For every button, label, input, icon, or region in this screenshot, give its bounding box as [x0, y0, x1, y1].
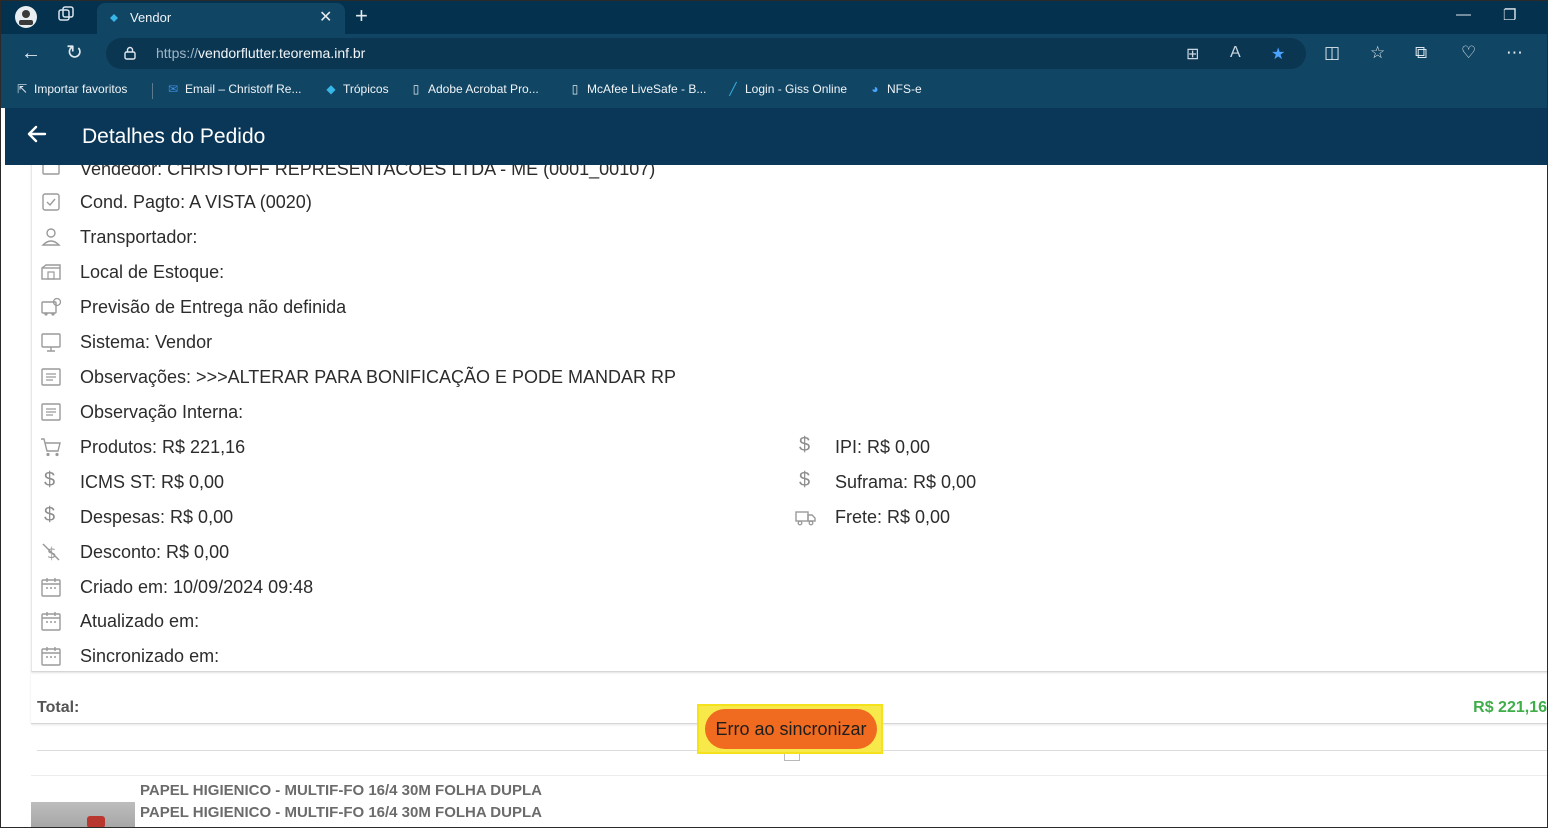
delivery-schedule-icon	[41, 297, 62, 316]
site-icon: ◆	[326, 82, 336, 96]
dollar-icon: $	[44, 504, 56, 526]
detail-icms-st: $ ICMS ST: R$ 0,00	[44, 469, 225, 492]
detail-obs-interna: Observação Interna:	[40, 399, 840, 425]
restore-icon[interactable]: ❐	[1503, 6, 1516, 24]
order-details-content[interactable]: Vendedor: CHRISTOFF REPRESENTACOES LTDA …	[5, 165, 1547, 827]
minimize-icon[interactable]: —	[1456, 6, 1471, 23]
product-item[interactable]: PAPEL HIGIENICO - MULTIF-FO 16/4 30M FOL…	[31, 775, 1547, 827]
import-icon: ⇱	[16, 82, 28, 96]
detail-previsao: Previsão de Entrega não definida	[40, 294, 840, 320]
url-scheme: https://	[156, 45, 199, 61]
address-bar[interactable]: https://vendorflutter.teorema.inf.br ⊞ A…	[106, 38, 1306, 69]
site-icon: ╱	[729, 82, 737, 96]
read-aloud-icon[interactable]: A	[1230, 44, 1241, 62]
notes-icon	[41, 403, 61, 421]
tab-title: Vendor	[130, 10, 172, 25]
favorites-bar: ⇱ Importar favoritos ✉ Email – Christoff R…	[1, 74, 1547, 108]
warehouse-icon	[41, 264, 61, 280]
favorite-star-icon[interactable]: ★	[1271, 44, 1285, 64]
browser-essentials-icon[interactable]: ♡	[1461, 43, 1476, 63]
favorite-mcafee[interactable]: ▯ McAfee LiveSafe - B...	[568, 82, 707, 96]
more-menu-icon[interactable]: ⋯	[1506, 43, 1523, 63]
tab-vendor[interactable]: Vendor ✕	[97, 3, 345, 34]
calendar-icon	[41, 578, 61, 597]
screen: Vendor ✕ + — ❐ ← ↻ https://vendorflutter…	[0, 0, 1548, 828]
detail-sistema: Sistema: Vendor	[40, 329, 840, 355]
profile-avatar-icon[interactable]	[13, 5, 39, 29]
dollar-icon: $	[44, 469, 56, 491]
url-host: vendorflutter.teorema.inf.br	[198, 45, 366, 61]
total-value: R$ 221,16	[1473, 699, 1547, 716]
calendar-icon	[41, 647, 61, 666]
dollar-icon: $	[799, 434, 811, 456]
outlook-icon: ✉	[167, 82, 179, 96]
calendar-icon	[41, 612, 61, 631]
detail-suframa: $ Suframa: R$ 0,00	[799, 469, 977, 492]
tab-close-icon[interactable]: ✕	[319, 7, 332, 27]
order-info-card: Vendedor: CHRISTOFF REPRESENTACOES LTDA …	[31, 165, 1547, 672]
monitor-icon	[41, 333, 61, 352]
seller-icon	[42, 165, 60, 175]
favorite-giss[interactable]: ╱ Login - Giss Online	[726, 82, 847, 96]
person-icon	[41, 228, 61, 246]
total-label: Total:	[37, 699, 80, 716]
checkbox-icon	[42, 193, 60, 211]
favorite-import[interactable]: ⇱ Importar favoritos	[15, 82, 127, 96]
favorite-tropicos[interactable]: ◆ Trópicos	[324, 82, 388, 96]
globe-icon: ◕	[871, 82, 879, 96]
refresh-icon[interactable]: ↻	[66, 41, 83, 65]
back-arrow-icon[interactable]	[25, 122, 49, 146]
detail-vendedor: Vendedor: CHRISTOFF REPRESENTACOES LTDA …	[40, 165, 840, 182]
detail-criado: Criado em: 10/09/2024 09:48	[40, 574, 640, 600]
page-title: Detalhes do Pedido	[82, 125, 266, 148]
product-thumbnail-detail	[87, 816, 105, 827]
no-money-icon: $	[42, 543, 60, 562]
favorite-adobe[interactable]: ▯ Adobe Acrobat Pro...	[409, 82, 539, 96]
detail-local-estoque: Local de Estoque:	[40, 259, 840, 285]
app-bar: Detalhes do Pedido	[5, 108, 1547, 165]
favorites-separator	[152, 83, 153, 99]
favorites-icon[interactable]: ☆	[1370, 43, 1385, 63]
detail-sincronizado: Sincronizado em:	[40, 643, 640, 669]
detail-desconto: $ Desconto: R$ 0,00	[40, 539, 640, 565]
notes-icon	[41, 368, 61, 386]
product-thumbnail	[31, 802, 135, 827]
product-description: PAPEL HIGIENICO - MULTIF-FO 16/4 30M FOL…	[140, 804, 542, 821]
browser-tab-bar: Vendor ✕ + — ❐	[1, 1, 1547, 34]
sync-error-toast[interactable]: Erro ao sincronizar	[705, 709, 877, 749]
cart-icon	[41, 438, 61, 457]
favorite-nfse[interactable]: ◕ NFS-e	[868, 82, 921, 96]
back-icon[interactable]: ←	[21, 41, 41, 65]
product-name: PAPEL HIGIENICO - MULTIF-FO 16/4 30M FOL…	[140, 782, 542, 799]
workspaces-icon[interactable]	[53, 5, 79, 29]
truck-icon	[795, 511, 816, 526]
tab-favicon-icon	[110, 14, 118, 22]
favorite-email[interactable]: ✉ Email – Christoff Re...	[166, 82, 302, 96]
split-screen-icon[interactable]: ◫	[1324, 43, 1340, 63]
url-text: https://vendorflutter.teorema.inf.br	[156, 45, 365, 61]
detail-despesas: $ Despesas: R$ 0,00	[44, 504, 234, 527]
browser-toolbar: ← ↻ https://vendorflutter.teorema.inf.br…	[1, 34, 1547, 74]
collections-icon[interactable]: ⧉	[1415, 43, 1427, 63]
detail-cond-pagto: Cond. Pagto: A VISTA (0020)	[40, 189, 840, 215]
new-tab-button[interactable]: +	[355, 3, 368, 29]
lock-icon[interactable]	[124, 46, 136, 60]
detail-observacoes: Observações: >>>ALTERAR PARA BONIFICAÇÃO…	[40, 364, 940, 390]
page-icon: ▯	[571, 82, 579, 96]
app-available-icon[interactable]: ⊞	[1186, 44, 1199, 64]
detail-frete: Frete: R$ 0,00	[795, 504, 1195, 530]
detail-ipi: $ IPI: R$ 0,00	[799, 434, 931, 457]
detail-produtos: Produtos: R$ 221,16	[40, 434, 640, 460]
detail-atualizado: Atualizado em:	[40, 608, 640, 634]
detail-transportador: Transportador:	[40, 224, 840, 250]
page-icon: ▯	[412, 82, 420, 96]
dollar-icon: $	[799, 469, 811, 491]
